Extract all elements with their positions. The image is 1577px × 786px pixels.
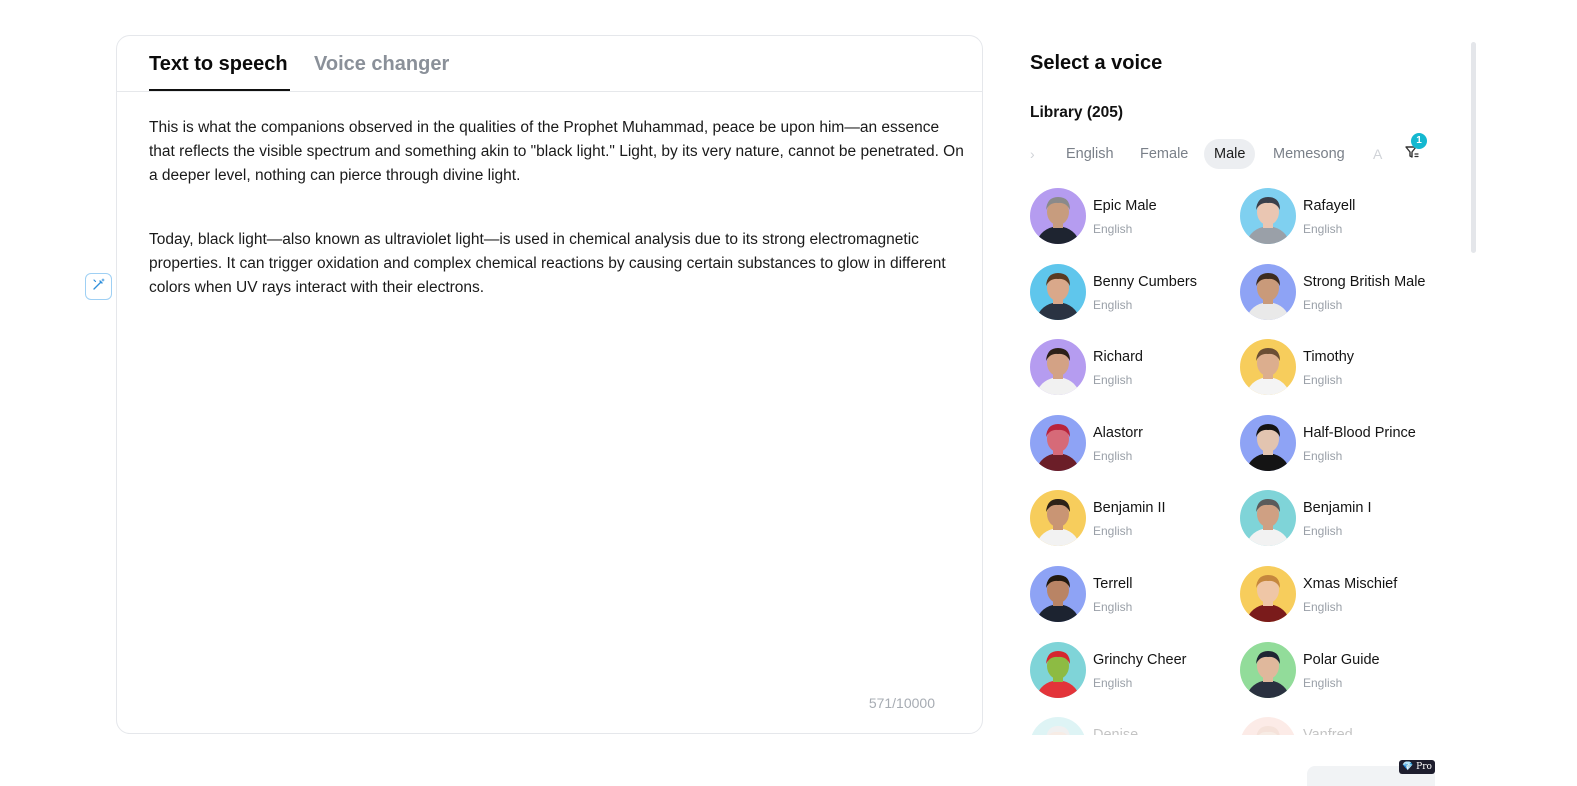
editor-paragraph: This is what the companions observed in … <box>149 119 964 184</box>
voice-item[interactable]: Benjamin I English <box>1240 490 1440 548</box>
text-input-area[interactable]: This is what the companions observed in … <box>149 116 964 340</box>
voice-language: English <box>1093 222 1133 236</box>
voice-language: English <box>1303 524 1343 539</box>
voice-name: Timothy <box>1303 349 1355 366</box>
voice-language: English <box>1093 675 1133 690</box>
voice-avatar <box>1240 641 1296 698</box>
voice-item[interactable]: Epic Male English <box>1030 188 1230 246</box>
voice-avatar <box>1030 641 1086 698</box>
character-count: 571/10000 <box>868 695 935 711</box>
filter-chip-memesong[interactable]: Memesong <box>1263 139 1355 169</box>
magic-edit-button[interactable] <box>85 273 112 300</box>
voice-item[interactable]: Rafayell English <box>1240 188 1440 246</box>
voice-item[interactable]: Alastorr English <box>1030 414 1230 473</box>
voice-avatar <box>1240 717 1296 735</box>
voice-language: English <box>1303 297 1343 312</box>
filter-chip-overflow: A <box>1373 146 1383 162</box>
voice-avatar <box>1030 188 1086 244</box>
voice-item[interactable]: Strong British Male English <box>1240 263 1440 322</box>
voice-language: English <box>1093 524 1133 539</box>
voice-item[interactable]: Polar Guide English <box>1240 641 1440 700</box>
voice-language: English <box>1093 297 1133 312</box>
voice-item[interactable]: Terrell English <box>1030 566 1230 624</box>
voice-name: Grinchy Cheer <box>1093 651 1187 668</box>
voice-name: Richard <box>1093 349 1143 366</box>
voice-avatar <box>1030 490 1086 547</box>
filter-count-badge: 1 <box>1411 133 1427 149</box>
voice-name: Half-Blood Prince <box>1303 424 1416 441</box>
voice-avatar <box>1030 414 1086 471</box>
scrollbar-thumb[interactable] <box>1471 42 1476 253</box>
voice-name: Vanfred <box>1303 727 1353 735</box>
voice-language: English <box>1093 600 1133 614</box>
voice-language: English <box>1303 373 1343 388</box>
voice-language: English <box>1303 222 1343 236</box>
panel-title: Select a voice <box>1030 52 1163 74</box>
editor-paragraph: Today, black light—also known as ultravi… <box>149 231 946 296</box>
voice-language: English <box>1303 600 1343 614</box>
filter-button[interactable]: 1 <box>1398 133 1427 169</box>
tab-text-to-speech[interactable]: Text to speech <box>149 53 288 76</box>
editor-card: Text to speech Voice changer This is wha… <box>116 35 983 734</box>
active-tab-indicator <box>149 89 290 91</box>
voice-name: Benjamin II <box>1093 500 1166 517</box>
voice-avatar <box>1240 339 1296 396</box>
voice-name: Rafayell <box>1303 198 1356 214</box>
voice-avatar <box>1030 339 1086 396</box>
voice-panel: Select a voice Library (205) › English F… <box>1030 35 1470 735</box>
tab-voice-changer[interactable]: Voice changer <box>314 53 449 76</box>
voice-language: English <box>1303 675 1343 690</box>
scroll-left-icon[interactable]: › <box>1030 139 1035 169</box>
voice-name: Strong British Male <box>1303 273 1426 290</box>
voice-avatar <box>1240 490 1296 547</box>
voice-item[interactable]: VanfredEnglish <box>1240 717 1440 735</box>
voice-avatar <box>1240 263 1296 320</box>
voice-name: Epic Male <box>1093 198 1157 214</box>
voice-language: English <box>1303 448 1343 463</box>
voice-language: English <box>1093 448 1133 463</box>
voice-avatar <box>1030 263 1086 320</box>
voice-name: Terrell <box>1093 576 1133 592</box>
voice-item[interactable]: Richard English <box>1030 339 1230 397</box>
voice-language: English <box>1093 373 1133 388</box>
voice-item[interactable]: Half-Blood Prince English <box>1240 414 1440 473</box>
pro-badge: 💎 Pro <box>1399 760 1435 774</box>
voice-item[interactable]: Benjamin II English <box>1030 490 1230 548</box>
library-label: Library (205) <box>1030 104 1124 121</box>
filter-chip-female[interactable]: Female <box>1130 139 1198 169</box>
filter-chip-english[interactable]: English <box>1056 139 1124 169</box>
voice-name: Denise <box>1093 727 1138 735</box>
voice-name: Xmas Mischief <box>1303 576 1398 592</box>
voice-item[interactable]: Benny Cumbers English <box>1030 263 1230 322</box>
voice-name: Polar Guide <box>1303 651 1380 668</box>
voice-avatar <box>1240 566 1296 622</box>
voice-item[interactable]: Timothy English <box>1240 339 1440 397</box>
filter-chip-male[interactable]: Male <box>1204 139 1256 169</box>
voice-avatar <box>1240 414 1296 471</box>
voice-item[interactable]: Grinchy Cheer English <box>1030 641 1230 700</box>
filter-chips: › English Female Male Memesong A 1 <box>1030 133 1440 169</box>
voice-name: Benjamin I <box>1303 500 1372 517</box>
voice-avatar <box>1240 188 1296 244</box>
magic-pen-icon <box>92 277 106 296</box>
tab-bar: Text to speech Voice changer <box>117 36 982 92</box>
voice-name: Alastorr <box>1093 424 1143 441</box>
voice-name: Benny Cumbers <box>1093 273 1197 290</box>
voice-avatar <box>1030 566 1086 622</box>
voice-avatar <box>1030 717 1086 735</box>
voice-item[interactable]: DeniseEnglish <box>1030 717 1230 735</box>
voice-item[interactable]: Xmas Mischief English <box>1240 566 1440 624</box>
